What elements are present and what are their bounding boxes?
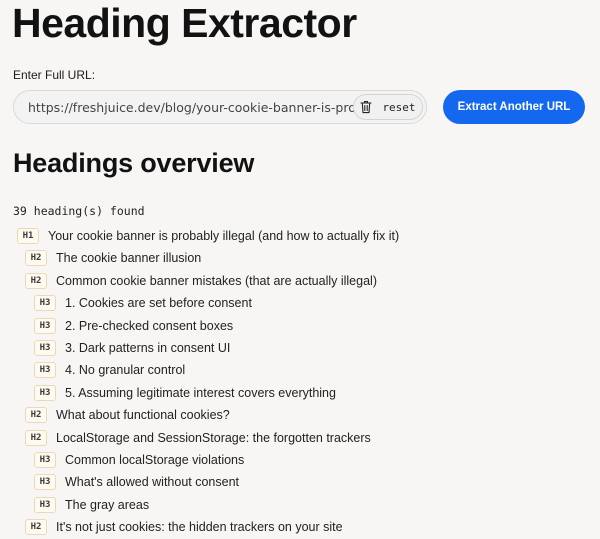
heading-row[interactable]: H3 1. Cookies are set before consent: [34, 293, 252, 313]
heading-row[interactable]: H2 LocalStorage and SessionStorage: the f…: [25, 428, 371, 448]
heading-text: 5. Assuming legitimate interest covers e…: [65, 385, 336, 400]
heading-text: It's not just cookies: the hidden tracke…: [56, 520, 343, 535]
heading-row[interactable]: H3 3. Dark patterns in consent UI: [34, 338, 230, 358]
heading-level-tag: H2: [25, 250, 47, 267]
heading-row[interactable]: H2 What about functional cookies?: [25, 405, 230, 425]
heading-text: Common cookie banner mistakes (that are …: [56, 273, 377, 288]
heading-level-tag: H3: [34, 295, 56, 312]
heading-level-tag: H1: [17, 228, 39, 244]
heading-level-tag: H2: [25, 429, 47, 446]
url-input[interactable]: [28, 91, 366, 123]
heading-text: 4. No granular control: [65, 363, 186, 378]
heading-row[interactable]: H3 4. No granular control: [34, 360, 185, 380]
heading-text: What about functional cookies?: [56, 408, 230, 423]
heading-level-tag: H3: [34, 362, 56, 379]
trash-icon: [360, 101, 372, 114]
heading-row[interactable]: H3 What's allowed without consent: [34, 472, 239, 492]
heading-text: Common localStorage violations: [65, 453, 245, 467]
heading-row[interactable]: H3 5. Assuming legitimate interest covers…: [34, 383, 336, 403]
heading-row[interactable]: H2 It's not just cookies: the hidden trac…: [25, 517, 343, 537]
reset-label: reset: [382, 100, 416, 114]
heading-text: 1. Cookies are set before consent: [65, 296, 252, 311]
url-label: Enter Full URL:: [13, 68, 96, 82]
heading-level-tag: H3: [34, 474, 56, 491]
heading-text: The gray areas: [65, 497, 150, 512]
app-title: Heading Extractor: [12, 0, 357, 46]
heading-row[interactable]: H1 Your cookie banner is probably illegal…: [17, 226, 399, 246]
heading-level-tag: H3: [34, 317, 56, 334]
heading-text: The cookie banner illusion: [56, 251, 202, 266]
extract-another-url-button[interactable]: Extract Another URL: [443, 90, 585, 124]
heading-row[interactable]: H3 The gray areas: [34, 495, 149, 515]
section-title: Headings overview: [13, 148, 255, 178]
heading-level-tag: H2: [25, 407, 47, 424]
heading-row[interactable]: H2 Common cookie banner mistakes (that ar…: [25, 271, 377, 291]
heading-text: 3. Dark patterns in consent UI: [65, 341, 231, 355]
reset-button[interactable]: reset: [353, 94, 423, 120]
heading-level-tag: H3: [34, 384, 56, 401]
heading-text: LocalStorage and SessionStorage: the for…: [56, 430, 371, 445]
heading-text: Your cookie banner is probably illegal (…: [48, 229, 400, 243]
url-field-container: reset: [13, 90, 427, 124]
heading-row[interactable]: H2 The cookie banner illusion: [25, 248, 201, 268]
heading-level-tag: H2: [25, 272, 47, 289]
heading-text: 2. Pre-checked consent boxes: [65, 318, 234, 333]
heading-row[interactable]: H3 Common localStorage violations: [34, 450, 244, 470]
heading-row[interactable]: H3 2. Pre-checked consent boxes: [34, 316, 233, 336]
heading-level-tag: H2: [25, 519, 47, 536]
heading-level-tag: H3: [34, 452, 56, 468]
heading-text: What's allowed without consent: [65, 475, 240, 490]
heading-level-tag: H3: [34, 340, 56, 356]
heading-count: 39 heading(s) found: [13, 204, 145, 218]
heading-level-tag: H3: [34, 496, 56, 513]
